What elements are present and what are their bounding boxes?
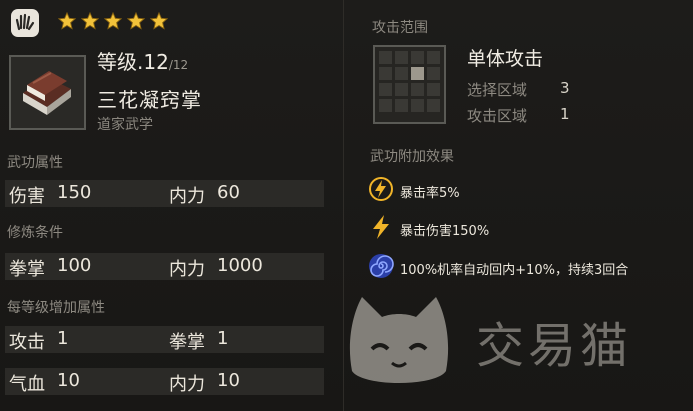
per-level-value: 10 bbox=[57, 370, 80, 391]
attribute-label: 伤害 bbox=[9, 186, 45, 207]
range-grid-icon bbox=[379, 51, 440, 112]
attribute-label: 内力 bbox=[169, 186, 205, 207]
book-icon bbox=[23, 71, 71, 115]
watermark-text: 交易猫 bbox=[476, 318, 633, 374]
select-area-label: 选择区域 bbox=[467, 81, 528, 99]
attribute-value: 60 bbox=[217, 182, 240, 203]
lightning-icon bbox=[373, 215, 389, 239]
requirement-label: 内力 bbox=[169, 259, 205, 280]
attribute-row: 伤害 150 内力 60 bbox=[5, 180, 324, 207]
skill-school: 道家武学 bbox=[97, 117, 153, 133]
per-level-row: 攻击 1 拳掌 1 bbox=[5, 326, 324, 353]
effect-text: 100%机率自动回内+10%，持续3回合 bbox=[400, 263, 629, 278]
requirement-label: 拳掌 bbox=[9, 259, 45, 280]
spiral-icon bbox=[369, 254, 394, 278]
skill-level: 等级.12/12 bbox=[97, 50, 189, 74]
requirement-value: 100 bbox=[57, 255, 92, 276]
requirements-title: 修炼条件 bbox=[7, 225, 63, 241]
per-level-value: 10 bbox=[217, 370, 240, 391]
attribute-value: 150 bbox=[57, 182, 92, 203]
star-icon bbox=[81, 12, 99, 30]
per-level-label: 攻击 bbox=[9, 332, 45, 353]
palm-skill-icon bbox=[11, 9, 39, 37]
per-level-title: 每等级增加属性 bbox=[7, 300, 105, 316]
attack-range-title: 攻击范围 bbox=[372, 20, 428, 36]
effect-text: 暴击率5% bbox=[400, 186, 460, 201]
star-icon bbox=[150, 12, 168, 30]
skill-name: 三花凝窍掌 bbox=[97, 88, 202, 112]
per-level-label: 气血 bbox=[9, 374, 45, 395]
requirement-value: 1000 bbox=[217, 255, 263, 276]
attributes-title: 武功属性 bbox=[7, 155, 63, 171]
attack-range-name: 单体攻击 bbox=[467, 48, 544, 70]
per-level-label: 拳掌 bbox=[169, 332, 205, 353]
per-level-row: 气血 10 内力 10 bbox=[5, 368, 324, 395]
per-level-label: 内力 bbox=[169, 374, 205, 395]
attack-area-label: 攻击区域 bbox=[467, 107, 528, 125]
requirement-row: 拳掌 100 内力 1000 bbox=[5, 253, 324, 280]
star-icon bbox=[58, 12, 76, 30]
effects-title: 武功附加效果 bbox=[370, 149, 454, 165]
attack-range-grid bbox=[373, 45, 446, 124]
select-area-value: 3 bbox=[560, 79, 570, 97]
per-level-value: 1 bbox=[217, 328, 229, 349]
star-icon bbox=[127, 12, 145, 30]
lightning-circle-icon bbox=[369, 177, 393, 201]
per-level-value: 1 bbox=[57, 328, 69, 349]
star-icon bbox=[104, 12, 122, 30]
effect-text: 暴击伤害150% bbox=[400, 224, 490, 239]
item-slot[interactable] bbox=[9, 55, 86, 130]
attack-area-value: 1 bbox=[560, 105, 570, 123]
star-rating bbox=[58, 12, 168, 30]
